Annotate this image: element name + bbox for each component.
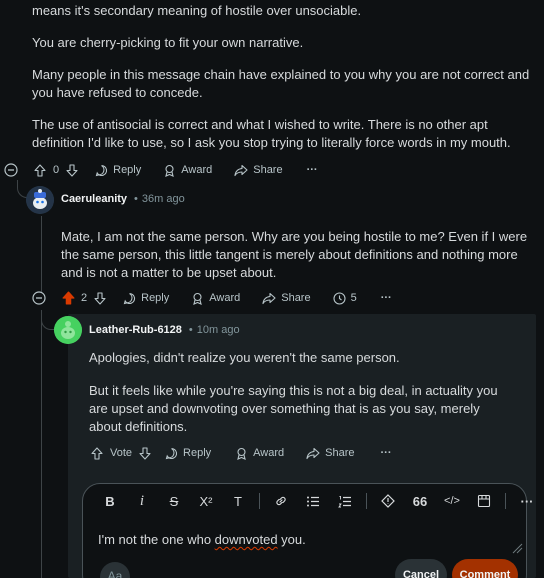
comment3-share-button[interactable]: Share	[306, 447, 355, 460]
collapse-icon[interactable]	[3, 163, 19, 177]
quote-button[interactable]: 66	[409, 494, 431, 509]
comment1-para-1: You are cherry-picking to fit your own n…	[32, 35, 304, 50]
clock-icon	[333, 291, 346, 305]
comment3-reply-label: Reply	[183, 447, 212, 459]
editor-text-start: I'm not the one who	[98, 532, 215, 547]
link-icon[interactable]	[270, 494, 292, 508]
award-icon	[235, 447, 248, 460]
comment2-timestamp[interactable]: 36m ago	[142, 193, 185, 205]
comment2-share-label: Share	[281, 292, 311, 304]
comment3-actions: Vote Reply Award Share ···	[91, 442, 392, 464]
comment-button[interactable]: Comment	[452, 559, 518, 578]
table-icon[interactable]	[473, 494, 495, 508]
misspelled-word: downvoted	[214, 532, 278, 547]
thread-connector	[41, 312, 55, 330]
toolbar-divider	[505, 493, 506, 509]
spoiler-icon[interactable]	[377, 494, 399, 508]
comment3-para-0: Apologies, didn't realize you weren't th…	[89, 350, 400, 365]
comment1-para-3: The use of antisocial is correct and wha…	[32, 117, 511, 150]
reply-icon	[95, 164, 108, 177]
comment3-username[interactable]: Leather-Rub-6128	[89, 324, 182, 336]
downvote-icon[interactable]	[139, 446, 151, 460]
collapse-icon[interactable]	[31, 291, 47, 305]
cancel-button[interactable]: Cancel	[395, 559, 447, 578]
superscript-button[interactable]: X²	[195, 494, 217, 509]
strikethrough-button[interactable]: S	[163, 494, 185, 509]
comment3-more-button[interactable]: ···	[381, 447, 392, 459]
comment2-para-0: Mate, I am not the same person. Why are …	[61, 229, 528, 280]
editor-text-end: you.	[277, 532, 306, 547]
share-icon	[306, 447, 320, 460]
comment2-actions: 2 Reply Award Share 5 ···	[31, 287, 392, 309]
italic-button[interactable]: i	[131, 493, 153, 510]
comment1-para-2: Many people in this message chain have e…	[32, 67, 530, 100]
comment3-award-button[interactable]: Award	[235, 447, 284, 460]
comment1-more-button[interactable]: ···	[307, 164, 318, 176]
share-icon	[262, 292, 276, 305]
award-icon	[191, 292, 204, 305]
comment2-award-button[interactable]: Award	[191, 292, 240, 305]
snoo-avatar-icon	[26, 186, 54, 214]
comment1-reply-button[interactable]: Reply	[95, 164, 141, 177]
upvote-icon[interactable]	[33, 163, 47, 177]
comment1-share-button[interactable]: Share	[234, 164, 283, 177]
code-button[interactable]: </>	[441, 495, 463, 507]
comment2-views-button[interactable]: 5	[333, 291, 357, 305]
comment1-actions: 0 Reply Award Share ···	[3, 159, 318, 181]
comment3-award-label: Award	[253, 447, 285, 459]
comment3-vote-label: Vote	[110, 447, 133, 459]
comment2-share-button[interactable]: Share	[262, 292, 311, 305]
comment1-award-label: Award	[181, 164, 213, 176]
award-icon	[163, 164, 176, 177]
thread-line-2	[41, 310, 42, 578]
meta-separator: •	[134, 193, 138, 205]
reply-icon	[123, 292, 136, 305]
comment2-header: Caeruleanity • 36m ago	[61, 193, 185, 205]
editor-text[interactable]: I'm not the one who downvoted you.	[98, 532, 306, 547]
comment1-reply-label: Reply	[113, 164, 142, 176]
comment3-vote-control: Vote	[91, 446, 151, 460]
toolbar-divider	[259, 493, 260, 509]
comment2-reply-button[interactable]: Reply	[123, 292, 169, 305]
font-button-label: Aa	[107, 569, 123, 578]
upvote-icon[interactable]	[61, 291, 75, 305]
toolbar-divider	[366, 493, 367, 509]
comment2-more-button[interactable]: ···	[381, 292, 392, 304]
comment3-header: Leather-Rub-6128 • 10m ago	[89, 324, 240, 336]
share-icon	[234, 164, 248, 177]
comment2-award-label: Award	[209, 292, 241, 304]
comment3-share-label: Share	[325, 447, 355, 459]
comment2-views-count: 5	[350, 292, 357, 304]
comment1-vote-count: 0	[53, 164, 60, 176]
bullet-list-icon[interactable]	[302, 495, 324, 508]
comment1-para-0: means it's secondary meaning of hostile …	[32, 3, 362, 18]
comment1-award-button[interactable]: Award	[163, 164, 212, 177]
comment2-reply-label: Reply	[141, 292, 170, 304]
comment3-reply-button[interactable]: Reply	[165, 447, 211, 460]
downvote-icon[interactable]	[93, 291, 107, 305]
numbered-list-icon[interactable]	[334, 495, 356, 508]
comment3-para-1: But it feels like while you're saying th…	[89, 383, 498, 434]
avatar[interactable]	[26, 186, 54, 214]
avatar[interactable]	[54, 316, 82, 344]
formatting-toolbar: B i S X² T 66 </> ···	[99, 492, 544, 510]
comment2-username[interactable]: Caeruleanity	[61, 193, 127, 205]
comment2-vote-count: 2	[81, 292, 88, 304]
comment1-share-label: Share	[253, 164, 283, 176]
more-formatting-button[interactable]: ···	[516, 494, 538, 509]
reply-icon	[165, 447, 178, 460]
downvote-icon[interactable]	[65, 163, 79, 177]
bold-button[interactable]: B	[99, 494, 121, 509]
meta-separator: •	[188, 324, 193, 336]
thread-line-1	[41, 216, 42, 292]
comment3-timestamp[interactable]: 10m ago	[197, 324, 240, 336]
upvote-icon[interactable]	[91, 446, 103, 460]
snoo-avatar-icon	[54, 316, 82, 344]
resize-handle-icon[interactable]	[511, 542, 523, 557]
heading-button[interactable]: T	[227, 494, 249, 509]
